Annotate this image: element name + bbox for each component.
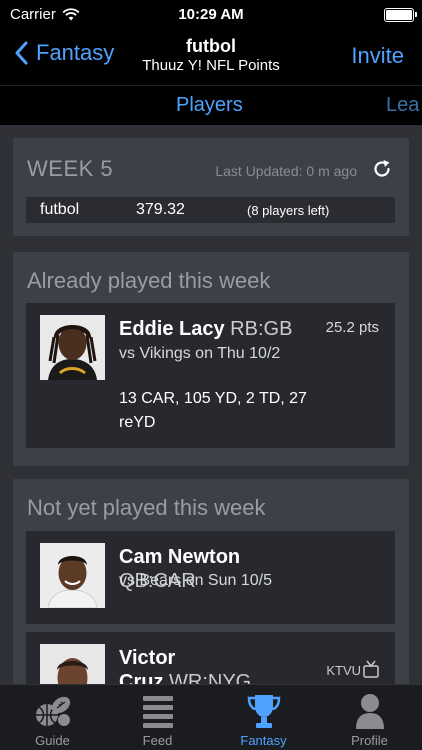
tabbar-label: Guide — [35, 733, 70, 748]
segment-tabs: Players Lea — [0, 85, 422, 125]
tabbar-item-guide[interactable]: Guide — [0, 685, 105, 750]
section-title: Already played this week — [27, 268, 271, 293]
player-card-cam-newton[interactable]: Cam Newton QB:CAR vs Bears on Sun 10/5 — [26, 531, 395, 624]
tabbar-item-profile[interactable]: Profile — [317, 685, 422, 750]
tv-network-label: KTVU — [326, 663, 361, 678]
player-card-eddie-lacy[interactable]: Eddie Lacy RB:GB vs Vikings on Thu 10/2 … — [26, 303, 395, 448]
player-avatar-icon — [40, 315, 105, 380]
tabbar-label: Profile — [351, 733, 388, 748]
tab-league[interactable]: Lea — [386, 94, 419, 117]
player-photo — [40, 543, 105, 608]
status-time: 10:29 AM — [178, 6, 244, 23]
person-icon — [355, 694, 384, 729]
feed-list-icon — [142, 696, 173, 728]
players-left: (8 players left) — [247, 202, 330, 218]
invite-button[interactable]: Invite — [351, 43, 404, 69]
team-name: futbol — [40, 201, 80, 218]
bottom-tab-bar: Guide Feed Fantasy Profile — [0, 684, 422, 750]
status-bar: Carrier 10:29 AM — [0, 0, 422, 30]
week-label: WEEK 5 — [27, 156, 114, 181]
team-points: 379.32 — [136, 201, 185, 218]
last-updated-text: Last Updated: 0 m ago — [215, 163, 357, 179]
battery-icon — [384, 8, 417, 22]
player-points: 25.2 pts — [325, 319, 379, 336]
player-game: vs Bears on Sun 10/5 — [119, 572, 272, 589]
player-name: Eddie Lacy RB:GB — [119, 318, 293, 340]
tabbar-item-fantasy[interactable]: Fantasy — [211, 685, 316, 750]
player-position: RB:GB — [230, 318, 293, 340]
screen: Carrier 10:29 AM Fantasy futbol Thuuz Y!… — [0, 0, 422, 750]
week-summary-card: WEEK 5 Last Updated: 0 m ago futbol 379.… — [13, 138, 409, 236]
team-score-row[interactable]: futbol 379.32 (8 players left) — [26, 197, 395, 223]
player-photo — [40, 315, 105, 380]
nav-bar: Fantasy futbol Thuuz Y! NFL Points Invit… — [0, 30, 422, 85]
tabbar-label: Fantasy — [240, 733, 287, 748]
tab-players[interactable]: Players — [176, 94, 243, 117]
tabbar-label: Feed — [142, 733, 173, 748]
player-game: vs Vikings on Thu 10/2 — [119, 345, 281, 362]
sports-balls-icon — [35, 696, 70, 726]
trophy-icon — [247, 695, 280, 728]
tv-network: KTVU — [326, 660, 379, 678]
not-yet-played-section: Not yet played this week Cam Newton QB:C… — [13, 479, 409, 699]
section-title: Not yet played this week — [27, 495, 266, 520]
tv-icon — [363, 660, 379, 678]
already-played-section: Already played this week Eddie Lacy RB:G… — [13, 252, 409, 466]
player-avatar-icon — [40, 543, 105, 608]
refresh-icon[interactable] — [371, 158, 393, 180]
tabbar-item-feed[interactable]: Feed — [105, 685, 210, 750]
player-stats: 13 CAR, 105 YD, 2 TD, 27 reYD — [119, 390, 307, 431]
